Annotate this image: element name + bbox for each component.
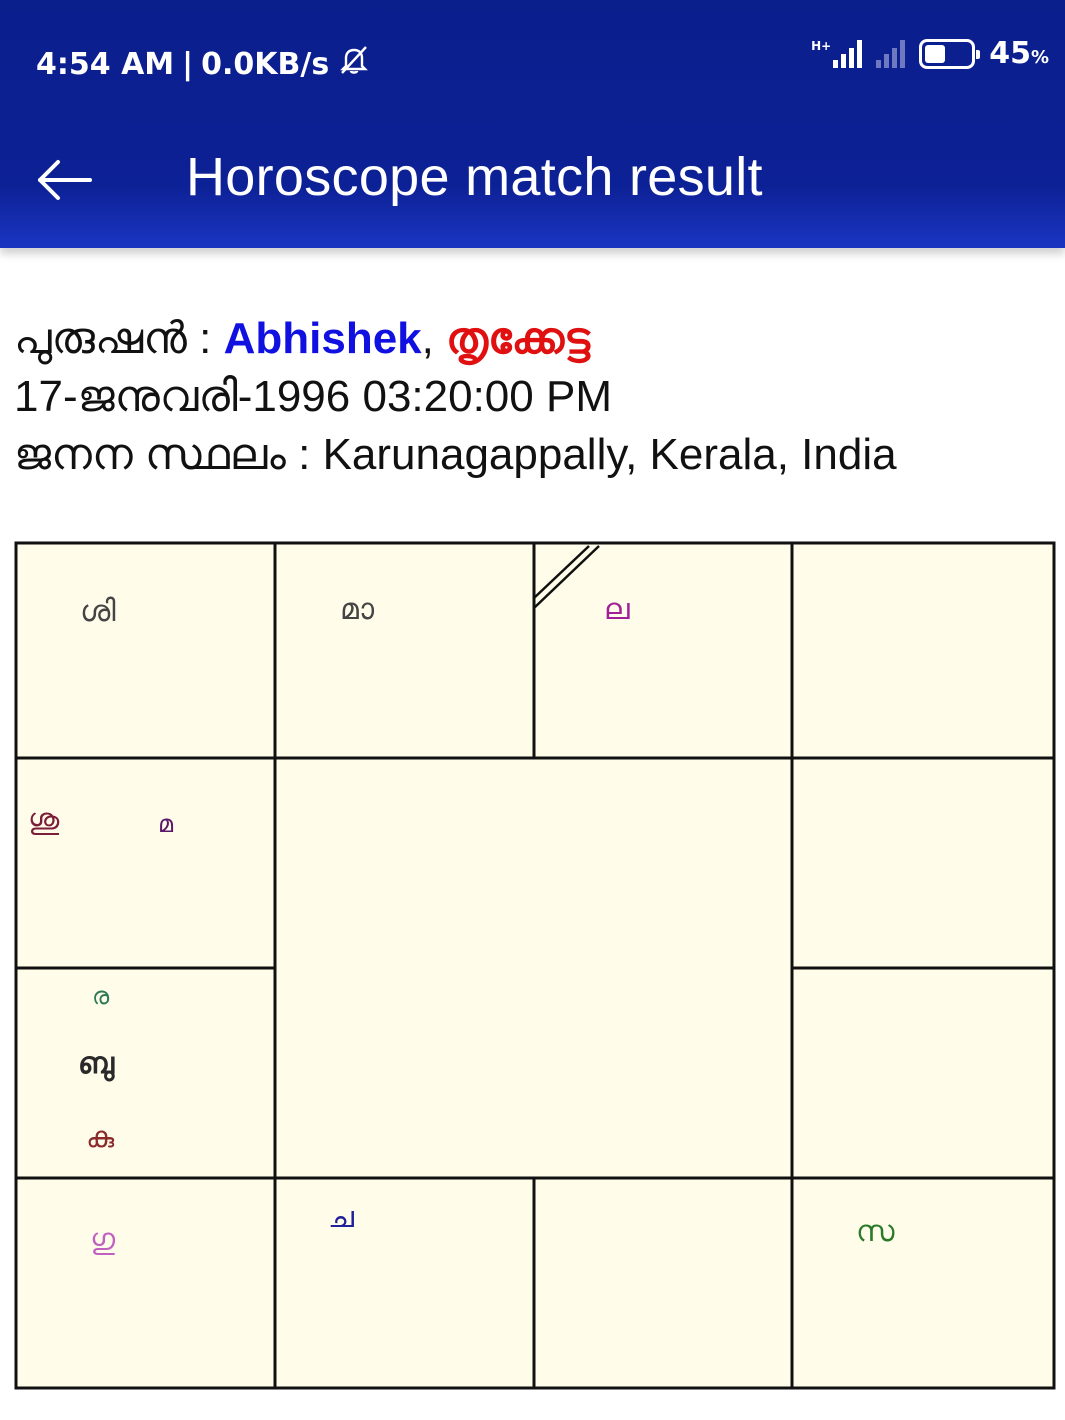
birth-star: തൃക്കേട്ട xyxy=(446,314,590,363)
planet-c8-0: ഗു xyxy=(90,1222,116,1257)
battery-icon xyxy=(919,38,981,69)
place-label: ജനന സ്ഥലം xyxy=(14,430,286,479)
planet-c4-0: ശു xyxy=(28,802,60,837)
back-button[interactable] xyxy=(32,150,96,210)
status-time: 4:54 AM xyxy=(36,46,175,82)
app-header: 4:54 AM | 0.0KB/s H+ 45% Horoscope match… xyxy=(0,0,1065,248)
birth-place-line: ജനന സ്ഥലം : Karunagappally, Kerala, Indi… xyxy=(14,430,897,479)
arrow-left-icon xyxy=(38,160,92,200)
status-bar-left: 4:54 AM | 0.0KB/s xyxy=(36,44,371,84)
planet-c2-0: ല xyxy=(604,592,630,627)
person-info: പുരുഷൻ : Abhishek, തൃക്കേട്ട 17-ജനുവരി-1… xyxy=(14,310,897,484)
person-name-line: പുരുഷൻ : Abhishek, തൃക്കേട്ട xyxy=(14,314,590,363)
birth-place: Karunagappally, Kerala, India xyxy=(322,430,897,479)
status-bar-right: H+ 45% xyxy=(811,36,1049,71)
chart-grid xyxy=(14,541,1056,1390)
planet-c1-0: മാ xyxy=(340,592,375,627)
planet-c6-1: ബു xyxy=(78,1046,115,1081)
planet-c0-0: ശി xyxy=(80,594,116,629)
bell-off-icon xyxy=(337,44,371,84)
planet-c11-0: സ xyxy=(856,1214,895,1249)
status-speed: 0.0KB/s xyxy=(201,46,330,82)
battery-percent: 45% xyxy=(989,36,1049,71)
planet-c4-1: മ xyxy=(158,810,174,838)
planet-c6-0: ര xyxy=(92,982,110,1010)
signal-1: H+ xyxy=(811,38,863,68)
person-name: Abhishek xyxy=(223,314,422,363)
planet-c6-2: കു xyxy=(86,1120,115,1155)
role-label: പുരുഷൻ xyxy=(14,314,187,363)
birth-datetime: 17-ജനുവരി-1996 03:20:00 PM xyxy=(14,372,612,421)
status-separator: | xyxy=(182,46,194,82)
signal-no-service-icon xyxy=(876,39,906,68)
horoscope-chart: ശി മാ ല ശു മ ര ബു കു ഗു ച സ xyxy=(14,540,1058,1392)
planet-c9-0: ച xyxy=(328,1200,354,1235)
battery-fill xyxy=(925,44,945,63)
signal-strength-icon xyxy=(833,39,863,68)
page-title: Horoscope match result xyxy=(186,147,763,207)
network-type-label: H+ xyxy=(811,38,832,53)
